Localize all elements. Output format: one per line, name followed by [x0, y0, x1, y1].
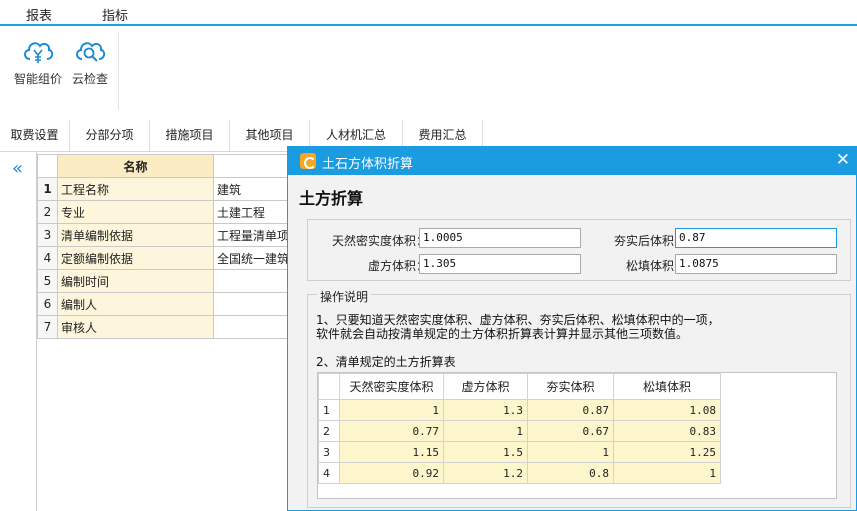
compacted-volume-input[interactable]: 0.87	[675, 228, 837, 248]
table-cell[interactable]: 1.25	[613, 441, 721, 463]
loose-volume-input[interactable]: 1.0875	[675, 254, 837, 274]
dialog-heading: 土方折算	[299, 189, 364, 208]
row-name[interactable]: 工程名称	[57, 177, 214, 201]
grid-header-name[interactable]: 名称	[57, 154, 214, 178]
app-logo-icon	[300, 153, 316, 169]
ribbon: 智能组价 云检查	[0, 26, 857, 118]
table-row[interactable]: 1 工程名称 建筑	[37, 177, 294, 201]
table-cell[interactable]: 0.83	[613, 420, 721, 442]
table-cell[interactable]: 1.5	[443, 441, 528, 463]
row-name[interactable]: 编制人	[57, 292, 214, 316]
table-row[interactable]: 5 编制时间	[37, 269, 294, 293]
grid-header-row: 名称	[37, 154, 294, 178]
tab-measures[interactable]: 措施项目	[150, 120, 230, 151]
table-row[interactable]: 3 1.15 1.5 1 1.25	[318, 441, 721, 463]
cloud-check-button[interactable]: 云检查	[62, 36, 118, 96]
row-number: 4	[318, 462, 340, 484]
conv-header: 夯实体积	[527, 373, 614, 400]
row-number: 7	[37, 315, 58, 339]
instruction-line-2: 软件就会自动按清单规定的土方体积折算表计算并显示其他三项数值。	[316, 327, 689, 341]
calc-group: 天然密实度体积： 1.0005 夯实后体积： 0.87 虚方体积： 1.305 …	[307, 219, 851, 281]
conv-header: 虚方体积	[443, 373, 528, 400]
row-number: 3	[318, 441, 340, 463]
conversion-table-frame: 天然密实度体积 虚方体积 夯实体积 松填体积 1 1 1.3 0.87 1.08…	[317, 372, 837, 499]
compacted-volume-label: 夯实后体积：	[613, 234, 686, 248]
project-info-grid: 名称 1 工程名称 建筑 2 专业 土建工程 3 清单编制依据 工程量清单项 4…	[37, 154, 294, 339]
smart-pricing-button[interactable]: 智能组价	[10, 36, 66, 96]
row-value[interactable]: 全国统一建筑	[212, 246, 294, 270]
table-row[interactable]: 6 编制人	[37, 292, 294, 316]
table-row[interactable]: 3 清单编制依据 工程量清单项	[37, 223, 294, 247]
table-cell[interactable]: 1.2	[443, 462, 528, 484]
table-row[interactable]: 1 1 1.3 0.87 1.08	[318, 399, 721, 421]
row-name[interactable]: 编制时间	[57, 269, 214, 293]
grid-header-value	[212, 154, 294, 178]
virtual-volume-input[interactable]: 1.305	[419, 254, 581, 274]
row-value[interactable]	[212, 292, 294, 316]
row-name[interactable]: 审核人	[57, 315, 214, 339]
table-row[interactable]: 2 专业 土建工程	[37, 200, 294, 224]
conv-corner	[318, 373, 340, 400]
table-cell[interactable]: 0.67	[527, 420, 614, 442]
cloud-search-icon	[62, 36, 118, 66]
table-cell[interactable]: 0.8	[527, 462, 614, 484]
table-cell[interactable]: 1.08	[613, 399, 721, 421]
cloud-price-icon	[10, 36, 66, 66]
row-value[interactable]: 建筑	[212, 177, 294, 201]
table-cell[interactable]: 1	[613, 462, 721, 484]
row-value[interactable]	[212, 315, 294, 339]
table-row[interactable]: 7 审核人	[37, 315, 294, 339]
table-cell[interactable]: 0.87	[527, 399, 614, 421]
table-row[interactable]: 4 0.92 1.2 0.8 1	[318, 462, 721, 484]
row-number: 1	[318, 399, 340, 421]
natural-volume-label: 天然密实度体积：	[331, 234, 428, 248]
row-number: 6	[37, 292, 58, 316]
collapse-icon[interactable]: «	[12, 160, 23, 178]
table-cell[interactable]: 1	[339, 399, 444, 421]
virtual-volume-label: 虚方体积：	[367, 259, 428, 273]
conversion-table: 天然密实度体积 虚方体积 夯实体积 松填体积 1 1 1.3 0.87 1.08…	[318, 373, 721, 484]
table-cell[interactable]: 0.77	[339, 420, 444, 442]
table-cell[interactable]: 1	[443, 420, 528, 442]
row-number: 1	[37, 177, 58, 201]
row-number: 4	[37, 246, 58, 270]
row-number: 5	[37, 269, 58, 293]
grid-corner	[37, 154, 58, 178]
natural-volume-input[interactable]: 1.0005	[419, 228, 581, 248]
loose-volume-label: 松填体积：	[625, 259, 686, 273]
ribbon-divider	[118, 32, 119, 110]
table-row[interactable]: 4 定额编制依据 全国统一建筑	[37, 246, 294, 270]
instructions-legend: 操作说明	[317, 288, 372, 305]
close-icon[interactable]: ✕	[836, 151, 850, 169]
tab-sections[interactable]: 分部分项	[70, 120, 150, 151]
instruction-line-3: 2、清单规定的土方折算表	[316, 355, 456, 369]
table-cell[interactable]: 0.92	[339, 462, 444, 484]
smart-pricing-label: 智能组价	[13, 72, 62, 86]
row-value[interactable]	[212, 269, 294, 293]
dialog-title: 土石方体积折算	[322, 157, 414, 172]
dialog-title-bar[interactable]: 土石方体积折算 ✕	[288, 147, 856, 175]
table-row[interactable]: 2 0.77 1 0.67 0.83	[318, 420, 721, 442]
table-cell[interactable]: 1	[527, 441, 614, 463]
cloud-check-label: 云检查	[71, 72, 108, 86]
conv-header-row: 天然密实度体积 虚方体积 夯实体积 松填体积	[318, 373, 721, 400]
row-number: 2	[318, 420, 340, 442]
left-panel: «	[0, 152, 37, 511]
row-name[interactable]: 清单编制依据	[57, 223, 214, 247]
menu-indicators[interactable]: 指标	[102, 5, 128, 24]
row-name[interactable]: 定额编制依据	[57, 246, 214, 270]
earthwork-conversion-dialog: 土石方体积折算 ✕ 土方折算 天然密实度体积： 1.0005 夯实后体积： 0.…	[287, 146, 857, 511]
row-number: 3	[37, 223, 58, 247]
conv-header: 天然密实度体积	[339, 373, 444, 400]
row-value[interactable]: 土建工程	[212, 200, 294, 224]
row-name[interactable]: 专业	[57, 200, 214, 224]
row-value[interactable]: 工程量清单项	[212, 223, 294, 247]
conv-header: 松填体积	[613, 373, 721, 400]
menu-bar: 报表 指标	[0, 0, 857, 26]
tab-fee-settings[interactable]: 取费设置	[0, 120, 70, 151]
menu-report[interactable]: 报表	[26, 5, 52, 24]
table-cell[interactable]: 1.15	[339, 441, 444, 463]
row-number: 2	[37, 200, 58, 224]
table-cell[interactable]: 1.3	[443, 399, 528, 421]
